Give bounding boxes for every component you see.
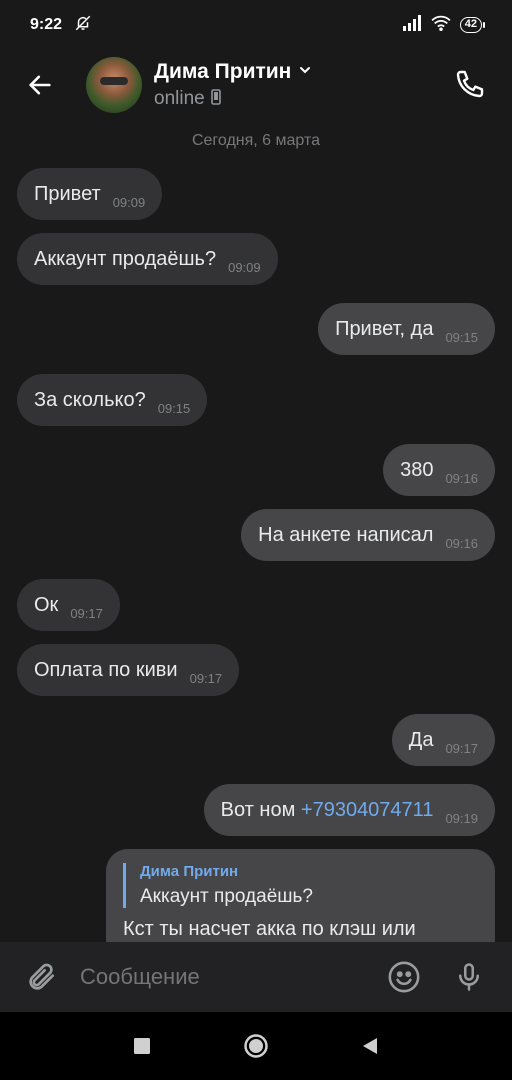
message-bubble-in[interactable]: Привет 09:09 <box>17 168 163 220</box>
message-bubble-reply[interactable]: Дима Притин Аккаунт продаёшь? Кст ты нас… <box>106 849 495 942</box>
date-separator: Сегодня, 6 марта <box>191 132 321 149</box>
message-text: Привет <box>34 182 101 205</box>
message-text: На анкете написал <box>258 523 434 546</box>
contact-name: Дима Притин <box>154 60 292 83</box>
system-back-button[interactable] <box>352 1028 388 1064</box>
phone-icon <box>456 70 484 98</box>
message-text: Да <box>408 728 434 751</box>
avatar-glasses <box>100 77 128 85</box>
message-bubble-in[interactable]: Аккаунт продаёшь? 09:09 <box>17 233 278 285</box>
wifi-icon <box>430 15 452 36</box>
phone-link[interactable]: +79304074711 <box>301 799 434 822</box>
message-text: Кст ты насчет акка по клэш или <box>123 918 416 940</box>
message-time: 09:17 <box>445 740 478 756</box>
chevron-down-icon <box>297 62 313 83</box>
signal-icon <box>402 14 422 36</box>
home-button[interactable] <box>238 1028 274 1064</box>
emoji-icon <box>388 961 420 993</box>
back-arrow-icon <box>29 75 51 95</box>
system-navbar <box>0 1012 512 1080</box>
message-list[interactable]: Сегодня, 6 марта Привет 09:09 Аккаунт пр… <box>0 120 512 942</box>
quote-text: Аккаунт продаёшь? <box>140 886 313 907</box>
message-time: 09:09 <box>112 194 146 210</box>
quote-author: Дима Притин <box>140 863 239 880</box>
avatar[interactable] <box>86 57 142 113</box>
message-text: Привет, да <box>335 317 434 340</box>
contact-status: online <box>154 88 205 109</box>
message-text: Оплата по киви <box>34 658 178 681</box>
contact-info[interactable]: Дима Притин online <box>154 60 313 110</box>
message-time: 09:16 <box>445 470 478 486</box>
message-bubble-out[interactable]: 380 09:16 <box>383 444 495 496</box>
bell-off-icon <box>74 14 92 37</box>
emoji-button[interactable] <box>382 955 426 999</box>
message-bubble-in[interactable]: За сколько? 09:15 <box>17 374 208 426</box>
chat-header: Дима Притин online <box>0 50 512 120</box>
message-time: 09:09 <box>228 259 261 275</box>
message-bubble-out[interactable]: Вот ном +79304074711 09:19 <box>203 784 495 836</box>
message-time: 09:15 <box>157 400 191 416</box>
paperclip-icon <box>29 963 54 990</box>
call-button[interactable] <box>446 60 494 108</box>
home-icon <box>244 1034 268 1058</box>
message-bubble-out[interactable]: Привет, да 09:15 <box>318 303 495 355</box>
message-text: Ок <box>34 593 59 616</box>
message-time: 09:17 <box>70 605 103 621</box>
message-bubble-in[interactable]: Оплата по киви 09:17 <box>17 644 240 696</box>
status-right: 42 <box>402 14 486 36</box>
back-icon <box>363 1038 377 1054</box>
voice-button[interactable] <box>447 955 491 999</box>
message-time: 09:15 <box>445 329 478 345</box>
message-text: Аккаунт продаёшь? <box>34 247 217 270</box>
message-time: 09:19 <box>445 810 478 826</box>
attach-button[interactable] <box>20 955 64 999</box>
message-composer <box>0 942 512 1012</box>
back-button[interactable] <box>16 61 64 109</box>
message-time: 09:17 <box>189 670 223 686</box>
message-input[interactable] <box>80 964 370 990</box>
message-bubble-out[interactable]: Да 09:17 <box>391 714 495 766</box>
recents-icon <box>134 1038 150 1054</box>
status-left: 9:22 <box>30 14 92 37</box>
message-time: 09:16 <box>445 535 478 551</box>
microphone-icon <box>459 963 479 991</box>
message-text: 380 <box>400 458 434 481</box>
clock: 9:22 <box>30 16 63 33</box>
message-bubble-in[interactable]: Ок 09:17 <box>17 579 120 631</box>
reply-quote[interactable]: Дима Притин Аккаунт продаёшь? <box>123 863 478 908</box>
mobile-device-icon <box>210 88 221 110</box>
status-bar: 9:22 42 <box>0 0 512 50</box>
recents-button[interactable] <box>124 1028 160 1064</box>
message-text: Вот ном <box>220 798 296 821</box>
message-text: За сколько? <box>34 388 146 411</box>
battery-icon: 42 <box>459 17 486 33</box>
message-bubble-out[interactable]: На анкете написал 09:16 <box>241 509 495 561</box>
